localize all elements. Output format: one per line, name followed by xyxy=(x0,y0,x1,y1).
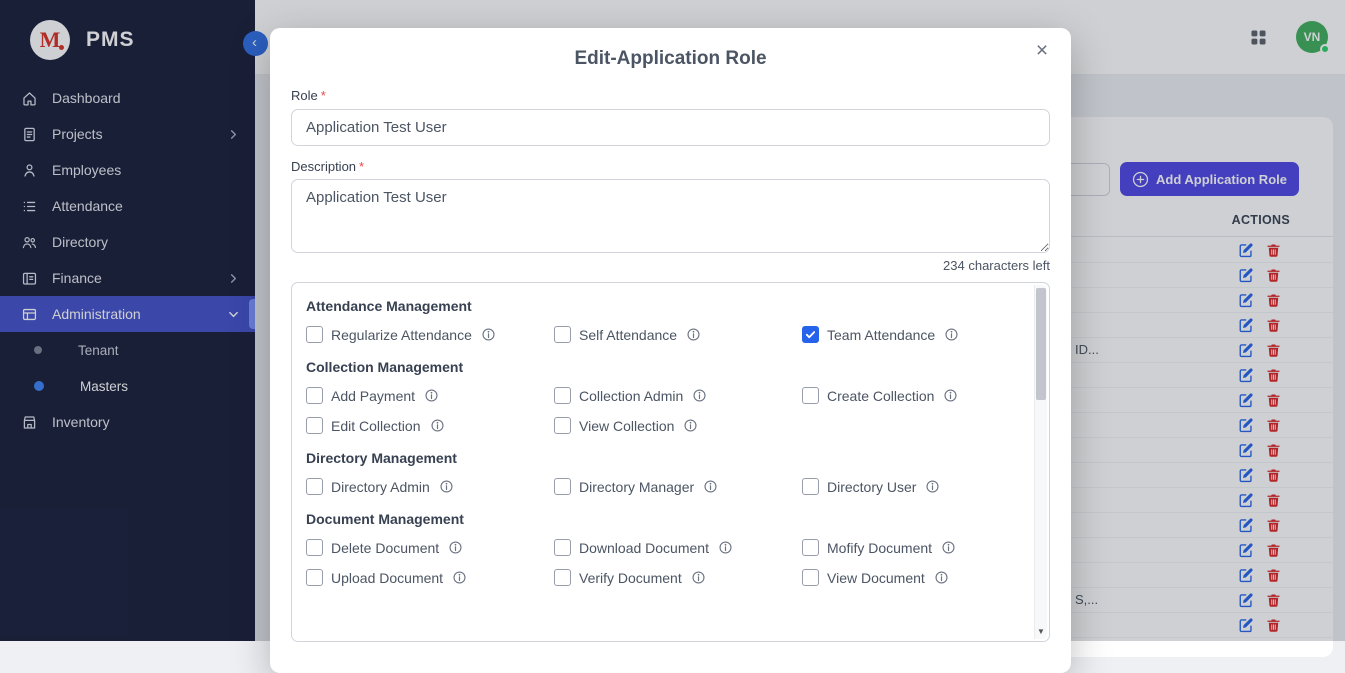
permission-item-collection-admin[interactable]: Collection Admin xyxy=(554,387,802,404)
role-field-label: Role* xyxy=(291,88,1050,103)
permission-grid: Delete Document Download Document Mofify D… xyxy=(306,539,1015,586)
checkbox-unchecked[interactable] xyxy=(802,539,819,556)
permission-label: View Collection xyxy=(579,418,674,434)
info-icon xyxy=(453,571,466,584)
permission-label: View Document xyxy=(827,570,925,586)
info-icon xyxy=(719,541,732,554)
checkbox-checked[interactable] xyxy=(802,326,819,343)
info-icon xyxy=(942,541,955,554)
permission-label: Upload Document xyxy=(331,570,443,586)
scrollbar-down-arrow[interactable]: ▼ xyxy=(1035,624,1047,639)
permission-label: Team Attendance xyxy=(827,327,935,343)
permission-label: Edit Collection xyxy=(331,418,421,434)
info-icon xyxy=(684,419,697,432)
permission-label: Directory Manager xyxy=(579,479,694,495)
permission-label: Download Document xyxy=(579,540,709,556)
permission-item-add-payment[interactable]: Add Payment xyxy=(306,387,554,404)
info-icon xyxy=(945,328,958,341)
checkbox-unchecked[interactable] xyxy=(306,478,323,495)
permission-item-directory-user[interactable]: Directory User xyxy=(802,478,1015,495)
info-icon xyxy=(944,389,957,402)
permission-label: Mofify Document xyxy=(827,540,932,556)
modal-title: Edit-Application Role xyxy=(291,48,1050,70)
permission-item-directory-admin[interactable]: Directory Admin xyxy=(306,478,554,495)
permission-item-download-document[interactable]: Download Document xyxy=(554,539,802,556)
close-icon[interactable]: × xyxy=(1029,37,1055,63)
description-field-label: Description* xyxy=(291,159,1050,174)
scrollbar-thumb[interactable] xyxy=(1036,288,1046,400)
info-icon xyxy=(693,389,706,402)
permissions-sections: Attendance Management Regularize Attendan… xyxy=(292,283,1049,614)
permission-grid: Add Payment Collection Admin Create Collec… xyxy=(306,387,1015,434)
info-icon xyxy=(449,541,462,554)
checkbox-unchecked[interactable] xyxy=(306,569,323,586)
permission-item-upload-document[interactable]: Upload Document xyxy=(306,569,554,586)
role-input[interactable] xyxy=(291,109,1050,146)
permission-item-directory-manager[interactable]: Directory Manager xyxy=(554,478,802,495)
permission-section-title: Attendance Management xyxy=(306,298,1015,314)
permission-label: Collection Admin xyxy=(579,388,683,404)
checkbox-unchecked[interactable] xyxy=(802,569,819,586)
checkbox-unchecked[interactable] xyxy=(554,539,571,556)
info-icon xyxy=(425,389,438,402)
permission-label: Self Attendance xyxy=(579,327,677,343)
permissions-list: Attendance Management Regularize Attendan… xyxy=(291,282,1050,642)
info-icon xyxy=(926,480,939,493)
permission-section-title: Directory Management xyxy=(306,450,1015,466)
permission-item-view-collection[interactable]: View Collection xyxy=(554,417,802,434)
checkbox-unchecked[interactable] xyxy=(554,417,571,434)
permission-item-create-collection[interactable]: Create Collection xyxy=(802,387,1015,404)
permission-grid: Regularize Attendance Self Attendance Team… xyxy=(306,326,1015,343)
permission-item-regularize-attendance[interactable]: Regularize Attendance xyxy=(306,326,554,343)
permission-grid: Directory Admin Directory Manager Director… xyxy=(306,478,1015,495)
permission-item-edit-collection[interactable]: Edit Collection xyxy=(306,417,554,434)
permission-item-self-attendance[interactable]: Self Attendance xyxy=(554,326,802,343)
checkbox-unchecked[interactable] xyxy=(306,326,323,343)
permission-item-view-document[interactable]: View Document xyxy=(802,569,1015,586)
permission-item-verify-document[interactable]: Verify Document xyxy=(554,569,802,586)
permission-label: Verify Document xyxy=(579,570,682,586)
checkbox-unchecked[interactable] xyxy=(554,478,571,495)
checkbox-unchecked[interactable] xyxy=(554,326,571,343)
checkbox-unchecked[interactable] xyxy=(306,417,323,434)
info-icon xyxy=(482,328,495,341)
checkbox-unchecked[interactable] xyxy=(306,539,323,556)
info-icon xyxy=(935,571,948,584)
permission-label: Directory User xyxy=(827,479,916,495)
checkbox-unchecked[interactable] xyxy=(306,387,323,404)
info-icon xyxy=(704,480,717,493)
characters-left-counter: 234 characters left xyxy=(291,258,1050,273)
checkbox-unchecked[interactable] xyxy=(802,478,819,495)
description-textarea[interactable]: Application Test User xyxy=(291,179,1050,253)
info-icon xyxy=(687,328,700,341)
info-icon xyxy=(431,419,444,432)
scrollbar-track[interactable]: ▼ xyxy=(1034,285,1047,639)
permission-item-delete-document[interactable]: Delete Document xyxy=(306,539,554,556)
info-icon xyxy=(692,571,705,584)
edit-application-role-modal: × Edit-Application Role Role* Descriptio… xyxy=(270,28,1071,673)
permission-item-mofify-document[interactable]: Mofify Document xyxy=(802,539,1015,556)
checkbox-unchecked[interactable] xyxy=(802,387,819,404)
permission-item-team-attendance[interactable]: Team Attendance xyxy=(802,326,1015,343)
permission-section-title: Collection Management xyxy=(306,359,1015,375)
checkbox-unchecked[interactable] xyxy=(554,387,571,404)
required-asterisk: * xyxy=(321,88,326,103)
permission-label: Regularize Attendance xyxy=(331,327,472,343)
permission-label: Add Payment xyxy=(331,388,415,404)
permission-label: Directory Admin xyxy=(331,479,430,495)
permission-label: Delete Document xyxy=(331,540,439,556)
permission-section-title: Document Management xyxy=(306,511,1015,527)
required-asterisk: * xyxy=(359,159,364,174)
info-icon xyxy=(440,480,453,493)
checkbox-unchecked[interactable] xyxy=(554,569,571,586)
permission-label: Create Collection xyxy=(827,388,934,404)
